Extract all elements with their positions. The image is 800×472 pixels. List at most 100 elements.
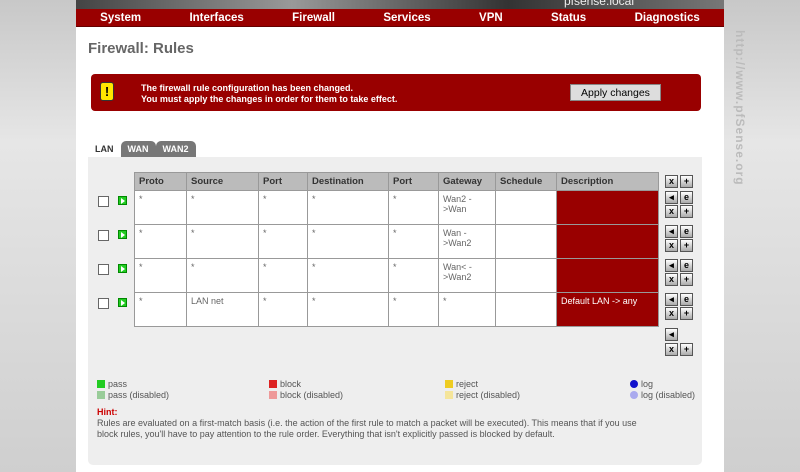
rule-checkbox[interactable] — [98, 230, 109, 241]
move-icon[interactable]: ◂ — [665, 259, 678, 272]
move-icon[interactable]: ◂ — [665, 191, 678, 204]
alert-line2: You must apply the changes in order for … — [141, 94, 398, 104]
rule-cell: * — [258, 224, 308, 259]
hint: Hint: Rules are evaluated on a first-matc… — [97, 407, 637, 440]
edit-icon[interactable]: e — [680, 225, 693, 238]
delete-icon[interactable]: x — [665, 273, 678, 286]
legend-reject: reject — [445, 379, 478, 389]
legend-block-disabled-label: block (disabled) — [280, 390, 344, 400]
legend-block-disabled: block (disabled) — [269, 390, 343, 400]
legend-log-label: log — [641, 379, 654, 389]
move-icon[interactable]: ◂ — [665, 225, 678, 238]
alert-line1: The firewall rule configuration has been… — [141, 83, 354, 93]
rule-cell — [556, 224, 659, 259]
pass-icon — [118, 196, 127, 205]
legend-pass: pass — [97, 379, 127, 389]
column-header: Gateway — [438, 172, 496, 191]
edit-icon[interactable]: e — [680, 293, 693, 306]
add-icon[interactable]: + — [680, 273, 693, 286]
rule-cell: * — [307, 292, 389, 327]
rule-cell: * — [186, 190, 259, 225]
legend-pass-label: pass — [108, 379, 128, 389]
legend-block: block — [269, 379, 301, 389]
rule-cell: * — [307, 190, 389, 225]
delete-icon[interactable]: x — [665, 205, 678, 218]
legend-log-disabled-label: log (disabled) — [641, 390, 696, 400]
rule-cell: * — [258, 258, 308, 293]
edit-icon[interactable]: e — [680, 259, 693, 272]
nav-services[interactable]: Services — [383, 12, 430, 24]
rule-cell — [495, 224, 557, 259]
legend-reject-label: reject — [456, 379, 479, 389]
rule-checkbox[interactable] — [98, 298, 109, 309]
nav-status[interactable]: Status — [551, 12, 586, 24]
nav-system[interactable]: System — [100, 12, 141, 24]
interface-tabs: LAN WAN WAN2 — [88, 141, 196, 157]
legend-pass-disabled-label: pass (disabled) — [108, 390, 170, 400]
nav-interfaces[interactable]: Interfaces — [189, 12, 243, 24]
delete-selected-icon[interactable]: x — [665, 175, 678, 188]
rule-cell: * — [258, 292, 308, 327]
add-rule-icon[interactable]: + — [680, 175, 693, 188]
tab-wan[interactable]: WAN — [120, 141, 156, 157]
rule-cell: Default LAN -> any — [556, 292, 659, 327]
rule-cell: * — [134, 292, 187, 327]
rule-cell: * — [388, 258, 439, 293]
header-banner: pfsense.local — [76, 0, 724, 9]
rule-cell: * — [307, 224, 389, 259]
changes-alert: ! The firewall rule configuration has be… — [91, 74, 701, 111]
column-header: Port — [388, 172, 439, 191]
nav-firewall[interactable]: Firewall — [292, 12, 335, 24]
apply-changes-button[interactable]: Apply changes — [570, 84, 661, 101]
legend-pass-disabled: pass (disabled) — [97, 390, 169, 400]
tab-lan[interactable]: LAN — [88, 141, 121, 157]
rule-cell: * — [307, 258, 389, 293]
rules-table: Proto Source Port Destination Port Gateway Sch… — [134, 172, 659, 327]
page-title: Firewall: Rules — [88, 40, 194, 57]
rule-cell: * — [186, 224, 259, 259]
add-icon[interactable]: + — [680, 239, 693, 252]
move-icon[interactable]: ◂ — [665, 293, 678, 306]
nav-vpn[interactable]: VPN — [479, 12, 503, 24]
move-end-icon[interactable]: ◂ — [665, 328, 678, 341]
rule-cell: Wan2 ->Wan — [438, 190, 496, 225]
rule-row[interactable]: * * * * * Wan< ->Wan2 — [134, 258, 659, 293]
column-header: Proto — [134, 172, 187, 191]
rule-cell: * — [186, 258, 259, 293]
add-end-icon[interactable]: + — [680, 343, 693, 356]
legend-reject-disabled: reject (disabled) — [445, 390, 520, 400]
edit-icon[interactable]: e — [680, 191, 693, 204]
warning-icon: ! — [100, 82, 114, 101]
rule-checkbox[interactable] — [98, 196, 109, 207]
rule-cell: * — [388, 224, 439, 259]
rule-cell: Wan< ->Wan2 — [438, 258, 496, 293]
rule-checkbox[interactable] — [98, 264, 109, 275]
watermark: http://www.pfSense.org — [733, 30, 747, 186]
rule-cell — [556, 258, 659, 293]
rule-cell: * — [134, 258, 187, 293]
legend-log-disabled: log (disabled) — [630, 390, 695, 400]
rule-cell: * — [438, 292, 496, 327]
rule-row[interactable]: * * * * * Wan ->Wan2 — [134, 224, 659, 259]
rule-cell — [556, 190, 659, 225]
delete-all-icon[interactable]: x — [665, 343, 678, 356]
legend-log: log — [630, 379, 653, 389]
nav-diagnostics[interactable]: Diagnostics — [635, 12, 700, 24]
column-header: Schedule — [495, 172, 557, 191]
rule-row[interactable]: * LAN net * * * * Default LAN -> any — [134, 292, 659, 327]
rule-cell: Wan ->Wan2 — [438, 224, 496, 259]
rule-cell: * — [134, 224, 187, 259]
delete-icon[interactable]: x — [665, 239, 678, 252]
add-icon[interactable]: + — [680, 205, 693, 218]
pass-icon — [118, 298, 127, 307]
tab-wan2[interactable]: WAN2 — [155, 141, 196, 157]
pass-icon — [118, 230, 127, 239]
rule-row[interactable]: * * * * * Wan2 ->Wan — [134, 190, 659, 225]
rule-cell: * — [388, 190, 439, 225]
add-icon[interactable]: + — [680, 307, 693, 320]
rule-cell — [495, 190, 557, 225]
column-header: Source — [186, 172, 259, 191]
rule-cell: * — [388, 292, 439, 327]
rule-cell — [495, 292, 557, 327]
delete-icon[interactable]: x — [665, 307, 678, 320]
